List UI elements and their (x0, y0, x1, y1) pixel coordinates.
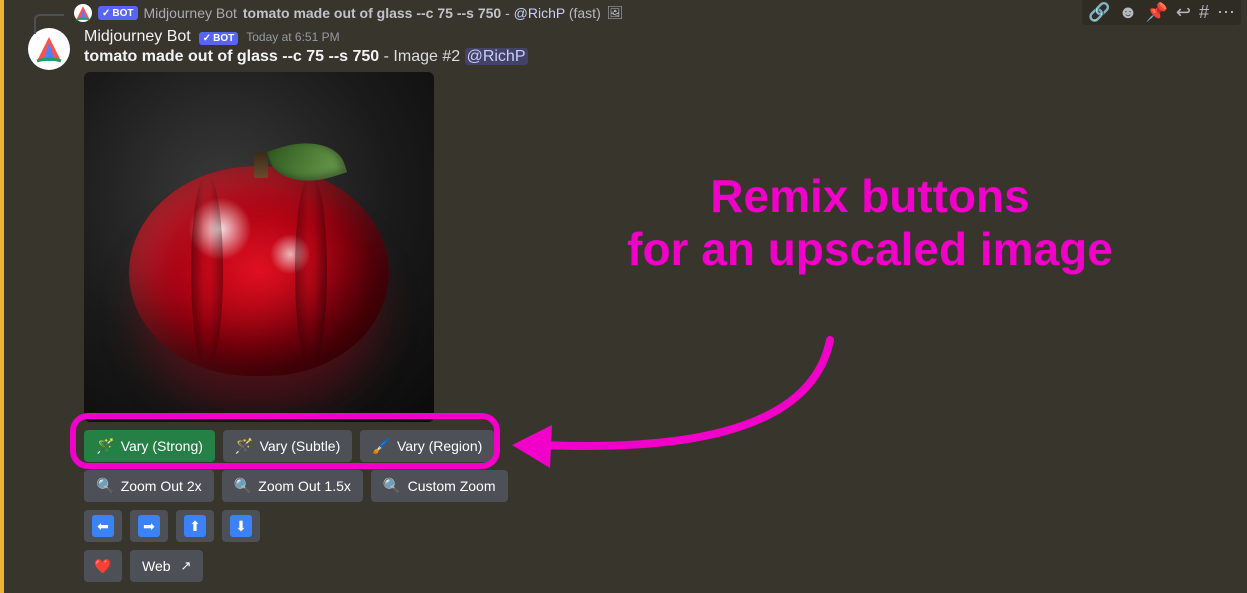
message-content: ✓ BOT Midjourney Bot tomato made out of … (0, 0, 1247, 582)
reply-context[interactable]: ✓ BOT Midjourney Bot tomato made out of … (14, 0, 1247, 22)
pan-up-button[interactable]: ⬆ (176, 510, 214, 542)
pan-right-button[interactable]: ➡ (130, 510, 168, 542)
glass-tomato-illustration (129, 146, 389, 376)
vary-subtle-button[interactable]: 🪄 Vary (Subtle) (223, 430, 352, 462)
external-link-icon: ↗ (181, 558, 192, 574)
author-avatar[interactable] (28, 28, 70, 70)
pan-button-row: ⬅ ➡ ⬆ ⬇ (84, 510, 1247, 542)
author-name[interactable]: Midjourney Bot (84, 28, 191, 46)
generated-image[interactable] (84, 72, 434, 422)
bot-badge-reply: ✓ BOT (98, 6, 138, 20)
reply-spine (34, 14, 64, 34)
zoom-button-row: 🔍 Zoom Out 2x 🔍 Zoom Out 1.5x 🔍 Custom Z… (84, 470, 1247, 502)
thread-icon[interactable]: # (1199, 2, 1209, 23)
message-header: Midjourney Bot ✓ BOT Today at 6:51 PM (84, 28, 1247, 46)
zoom-out-1-5x-button[interactable]: 🔍 Zoom Out 1.5x (222, 470, 363, 502)
image-attachment-icon: 🖼 (607, 5, 624, 21)
sparkle-icon: 🪄 (235, 437, 254, 455)
bot-badge: ✓ BOT (199, 32, 239, 45)
custom-zoom-button[interactable]: 🔍 Custom Zoom (371, 470, 508, 502)
reply-mention[interactable]: @RichP (514, 5, 565, 21)
misc-button-row: ❤️ Web ↗ (84, 550, 1247, 582)
pin-icon[interactable]: 📌 (1145, 2, 1167, 23)
magnifier-icon: 🔍 (383, 477, 402, 495)
magnifier-icon: 🔍 (234, 477, 253, 495)
reply-author[interactable]: Midjourney Bot (144, 5, 237, 21)
web-link-button[interactable]: Web ↗ (130, 550, 203, 582)
reply-avatar (74, 4, 92, 22)
vary-region-button[interactable]: 🖌️ Vary (Region) (360, 430, 494, 462)
timestamp: Today at 6:51 PM (246, 30, 339, 44)
more-icon[interactable]: ⋯ (1217, 2, 1235, 23)
magnifier-icon: 🔍 (96, 477, 115, 495)
link-icon[interactable]: 🔗 (1088, 2, 1110, 23)
reaction-icon[interactable]: ☻ (1119, 2, 1138, 23)
vary-strong-button[interactable]: 🪄 Vary (Strong) (84, 430, 215, 462)
pan-left-button[interactable]: ⬅ (84, 510, 122, 542)
brush-icon: 🖌️ (372, 437, 391, 455)
prompt-line: tomato made out of glass --c 75 --s 750 … (84, 48, 1247, 66)
reply-icon[interactable]: ↩ (1176, 2, 1191, 23)
arrow-up-icon: ⬆ (184, 515, 206, 537)
arrow-down-icon: ⬇ (230, 515, 252, 537)
message-hover-toolbar: 🔗 ☻ 📌 ↩ # ⋯ (1082, 0, 1241, 25)
sparkle-icon: 🪄 (96, 437, 115, 455)
action-buttons: 🪄 Vary (Strong) 🪄 Vary (Subtle) 🖌️ Vary … (84, 430, 1247, 582)
reply-prompt: tomato made out of glass --c 75 --s 750 … (243, 5, 601, 21)
message-row: Midjourney Bot ✓ BOT Today at 6:51 PM to… (14, 22, 1247, 582)
user-mention[interactable]: @RichP (465, 48, 528, 65)
zoom-out-2x-button[interactable]: 🔍 Zoom Out 2x (84, 470, 214, 502)
arrow-left-icon: ⬅ (92, 515, 114, 537)
arrow-right-icon: ➡ (138, 515, 160, 537)
heart-icon: ❤️ (94, 558, 111, 575)
vary-button-row: 🪄 Vary (Strong) 🪄 Vary (Subtle) 🖌️ Vary … (84, 430, 1247, 462)
favorite-button[interactable]: ❤️ (84, 550, 122, 582)
pan-down-button[interactable]: ⬇ (222, 510, 260, 542)
